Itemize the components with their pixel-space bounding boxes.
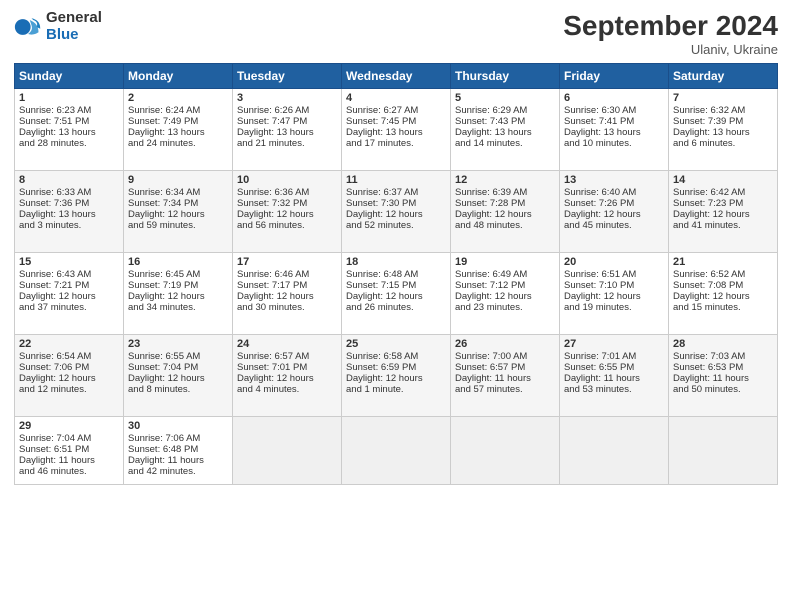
logo: General Blue xyxy=(14,10,102,43)
title-block: September 2024 Ulaniv, Ukraine xyxy=(563,10,778,57)
col-sunday: Sunday xyxy=(15,64,124,89)
table-row: 26Sunrise: 7:00 AMSunset: 6:57 PMDayligh… xyxy=(451,335,560,417)
header-row: Sunday Monday Tuesday Wednesday Thursday… xyxy=(15,64,778,89)
table-row: 8Sunrise: 6:33 AMSunset: 7:36 PMDaylight… xyxy=(15,171,124,253)
table-row xyxy=(233,417,342,485)
table-row: 19Sunrise: 6:49 AMSunset: 7:12 PMDayligh… xyxy=(451,253,560,335)
table-row: 3Sunrise: 6:26 AMSunset: 7:47 PMDaylight… xyxy=(233,89,342,171)
table-row xyxy=(669,417,778,485)
table-row: 5Sunrise: 6:29 AMSunset: 7:43 PMDaylight… xyxy=(451,89,560,171)
table-row: 25Sunrise: 6:58 AMSunset: 6:59 PMDayligh… xyxy=(342,335,451,417)
page: General Blue September 2024 Ulaniv, Ukra… xyxy=(0,0,792,612)
col-friday: Friday xyxy=(560,64,669,89)
table-row xyxy=(560,417,669,485)
table-row: 22Sunrise: 6:54 AMSunset: 7:06 PMDayligh… xyxy=(15,335,124,417)
table-row: 21Sunrise: 6:52 AMSunset: 7:08 PMDayligh… xyxy=(669,253,778,335)
table-row: 28Sunrise: 7:03 AMSunset: 6:53 PMDayligh… xyxy=(669,335,778,417)
table-row: 11Sunrise: 6:37 AMSunset: 7:30 PMDayligh… xyxy=(342,171,451,253)
col-thursday: Thursday xyxy=(451,64,560,89)
logo-general: General xyxy=(46,10,102,27)
table-row: 17Sunrise: 6:46 AMSunset: 7:17 PMDayligh… xyxy=(233,253,342,335)
table-row: 4Sunrise: 6:27 AMSunset: 7:45 PMDaylight… xyxy=(342,89,451,171)
table-row xyxy=(451,417,560,485)
table-row: 15Sunrise: 6:43 AMSunset: 7:21 PMDayligh… xyxy=(15,253,124,335)
col-saturday: Saturday xyxy=(669,64,778,89)
logo-blue: Blue xyxy=(46,27,102,44)
table-row: 30Sunrise: 7:06 AMSunset: 6:48 PMDayligh… xyxy=(124,417,233,485)
calendar-table: Sunday Monday Tuesday Wednesday Thursday… xyxy=(14,63,778,485)
table-row: 18Sunrise: 6:48 AMSunset: 7:15 PMDayligh… xyxy=(342,253,451,335)
calendar-subtitle: Ulaniv, Ukraine xyxy=(563,42,778,57)
table-row: 16Sunrise: 6:45 AMSunset: 7:19 PMDayligh… xyxy=(124,253,233,335)
table-row xyxy=(342,417,451,485)
col-monday: Monday xyxy=(124,64,233,89)
table-row: 10Sunrise: 6:36 AMSunset: 7:32 PMDayligh… xyxy=(233,171,342,253)
table-row: 24Sunrise: 6:57 AMSunset: 7:01 PMDayligh… xyxy=(233,335,342,417)
table-row: 12Sunrise: 6:39 AMSunset: 7:28 PMDayligh… xyxy=(451,171,560,253)
logo-icon xyxy=(14,13,42,41)
table-row: 14Sunrise: 6:42 AMSunset: 7:23 PMDayligh… xyxy=(669,171,778,253)
table-row: 23Sunrise: 6:55 AMSunset: 7:04 PMDayligh… xyxy=(124,335,233,417)
table-row: 1Sunrise: 6:23 AMSunset: 7:51 PMDaylight… xyxy=(15,89,124,171)
header: General Blue September 2024 Ulaniv, Ukra… xyxy=(14,10,778,57)
table-row: 27Sunrise: 7:01 AMSunset: 6:55 PMDayligh… xyxy=(560,335,669,417)
col-tuesday: Tuesday xyxy=(233,64,342,89)
logo-text: General Blue xyxy=(46,10,102,43)
table-row: 7Sunrise: 6:32 AMSunset: 7:39 PMDaylight… xyxy=(669,89,778,171)
table-row: 6Sunrise: 6:30 AMSunset: 7:41 PMDaylight… xyxy=(560,89,669,171)
table-row: 2Sunrise: 6:24 AMSunset: 7:49 PMDaylight… xyxy=(124,89,233,171)
table-row: 13Sunrise: 6:40 AMSunset: 7:26 PMDayligh… xyxy=(560,171,669,253)
table-row: 29Sunrise: 7:04 AMSunset: 6:51 PMDayligh… xyxy=(15,417,124,485)
calendar-title: September 2024 xyxy=(563,10,778,42)
table-row: 9Sunrise: 6:34 AMSunset: 7:34 PMDaylight… xyxy=(124,171,233,253)
table-row: 20Sunrise: 6:51 AMSunset: 7:10 PMDayligh… xyxy=(560,253,669,335)
col-wednesday: Wednesday xyxy=(342,64,451,89)
